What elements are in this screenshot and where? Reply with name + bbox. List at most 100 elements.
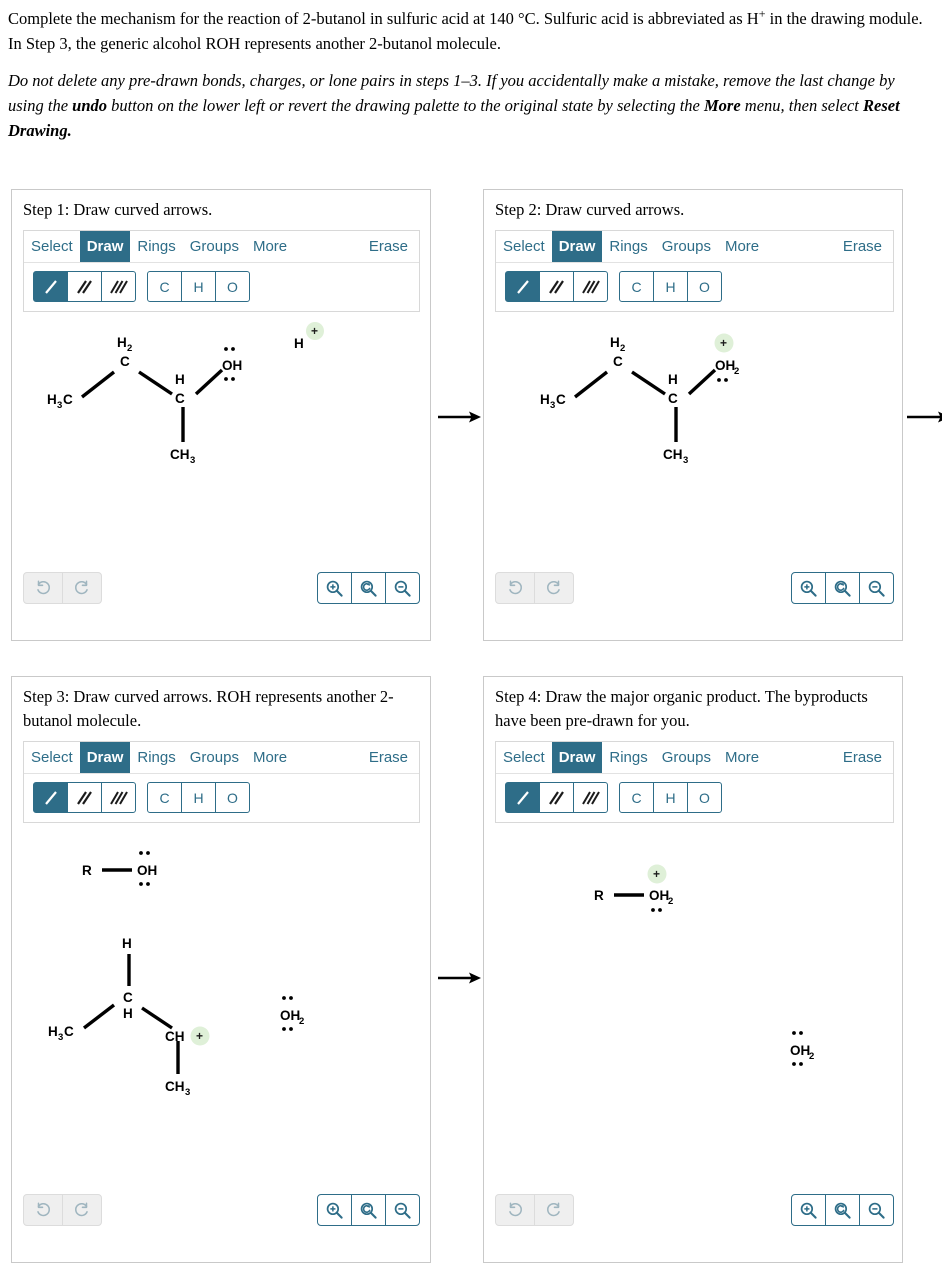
canvas-step-3[interactable]: R OH H H 3 C C H CH + CH 3 OH 2 <box>22 823 420 1168</box>
zoom-reset-icon[interactable] <box>351 572 386 604</box>
menu-item-more[interactable]: More <box>246 231 294 262</box>
double-bond-icon[interactable] <box>67 271 102 302</box>
menu-item-more[interactable]: More <box>718 231 766 262</box>
single-bond-icon[interactable] <box>33 271 68 302</box>
zoom-button-group <box>791 1194 894 1226</box>
menu-item-draw[interactable]: Draw <box>551 742 603 773</box>
molecule-water[interactable]: OH 2 <box>272 988 352 1048</box>
tool-row-step-3: C H O <box>24 774 419 822</box>
lone-pair-dot <box>799 1062 803 1066</box>
triple-bond-icon[interactable] <box>573 782 608 813</box>
menu-item-groups[interactable]: Groups <box>183 742 246 773</box>
element-button-h[interactable]: H <box>181 271 216 302</box>
menu-item-erase[interactable]: Erase <box>362 231 419 262</box>
history-button-group <box>23 1194 102 1226</box>
menu-item-erase[interactable]: Erase <box>836 231 893 262</box>
menu-item-groups[interactable]: Groups <box>655 742 718 773</box>
menu-item-select[interactable]: Select <box>24 231 80 262</box>
molecule-sec-butyl-carbocation[interactable]: H H 3 C C H CH + CH 3 <box>42 928 252 1108</box>
lone-pair-dot <box>146 851 150 855</box>
zoom-out-icon[interactable] <box>385 1194 420 1226</box>
redo-button[interactable] <box>534 572 574 604</box>
undo-button[interactable] <box>495 572 535 604</box>
lone-pair-dot <box>658 908 662 912</box>
menu-item-select[interactable]: Select <box>24 742 80 773</box>
label-ch-carbon: C <box>175 391 185 406</box>
menu-item-rings[interactable]: Rings <box>602 742 654 773</box>
zoom-in-icon[interactable] <box>317 572 352 604</box>
zoom-reset-icon[interactable] <box>351 1194 386 1226</box>
double-bond-icon[interactable] <box>539 271 574 302</box>
redo-button[interactable] <box>62 1194 102 1226</box>
element-button-c[interactable]: C <box>619 782 654 813</box>
undo-button[interactable] <box>23 1194 63 1226</box>
label-ch3-sub: 3 <box>190 455 195 466</box>
menu-item-select[interactable]: Select <box>496 742 552 773</box>
redo-button[interactable] <box>534 1194 574 1226</box>
step-1-title: Step 1: Draw curved arrows. <box>23 200 213 219</box>
molecule-2-butanol[interactable]: H 3 C H 2 C H C CH 3 OH <box>44 322 284 472</box>
triple-bond-icon[interactable] <box>101 782 136 813</box>
label-roh2-charge: + <box>653 867 660 881</box>
single-bond-icon[interactable] <box>505 271 540 302</box>
control-bar-step-2 <box>495 572 894 604</box>
menu-item-erase[interactable]: Erase <box>836 742 893 773</box>
canvas-step-1[interactable]: H 3 C H 2 C H C CH 3 OH + H <box>22 312 420 527</box>
drawing-widget-step-3: Select Draw Rings Groups More Erase C H … <box>23 741 420 823</box>
triple-bond-icon[interactable] <box>101 271 136 302</box>
menu-item-draw[interactable]: Draw <box>79 742 131 773</box>
molecule-water[interactable]: OH 2 <box>782 1023 862 1083</box>
control-bar-step-3 <box>23 1194 420 1226</box>
element-button-c[interactable]: C <box>147 782 182 813</box>
redo-button[interactable] <box>62 572 102 604</box>
molecule-proton[interactable]: + H <box>288 320 338 366</box>
zoom-reset-icon[interactable] <box>825 1194 860 1226</box>
molecule-roh[interactable]: R OH <box>80 843 210 898</box>
zoom-in-icon[interactable] <box>791 1194 826 1226</box>
canvas-step-2[interactable]: H 3 C H 2 C H C CH 3 + OH 2 <box>494 312 892 527</box>
zoom-in-icon[interactable] <box>791 572 826 604</box>
zoom-in-icon[interactable] <box>317 1194 352 1226</box>
label-oh: OH <box>222 358 242 373</box>
label-ch3: CH <box>170 447 190 462</box>
zoom-out-icon[interactable] <box>385 572 420 604</box>
menu-item-more[interactable]: More <box>718 742 766 773</box>
double-bond-icon[interactable] <box>539 782 574 813</box>
label-oh2: OH <box>715 358 735 373</box>
menu-spacer <box>294 742 362 773</box>
tool-row-step-4: C H O <box>496 774 893 822</box>
menu-item-groups[interactable]: Groups <box>183 231 246 262</box>
molecule-protonated-2-butanol[interactable]: H 3 C H 2 C H C CH 3 + OH 2 <box>537 322 787 472</box>
single-bond-icon[interactable] <box>33 782 68 813</box>
canvas-step-4[interactable]: R + OH 2 OH 2 <box>494 823 892 1168</box>
element-button-h[interactable]: H <box>653 271 688 302</box>
element-button-o[interactable]: O <box>687 271 722 302</box>
zoom-reset-icon[interactable] <box>825 572 860 604</box>
menu-item-groups[interactable]: Groups <box>655 231 718 262</box>
single-bond-icon[interactable] <box>505 782 540 813</box>
menu-item-erase[interactable]: Erase <box>362 742 419 773</box>
element-button-h[interactable]: H <box>653 782 688 813</box>
menu-item-rings[interactable]: Rings <box>602 231 654 262</box>
instruction-italic-part-3: menu, then select <box>740 96 864 115</box>
element-button-c[interactable]: C <box>147 271 182 302</box>
menu-item-rings[interactable]: Rings <box>130 231 182 262</box>
zoom-out-icon[interactable] <box>859 572 894 604</box>
menu-item-draw[interactable]: Draw <box>551 231 603 262</box>
triple-bond-icon[interactable] <box>573 271 608 302</box>
menu-item-rings[interactable]: Rings <box>130 742 182 773</box>
element-button-h[interactable]: H <box>181 782 216 813</box>
undo-button[interactable] <box>23 572 63 604</box>
double-bond-icon[interactable] <box>67 782 102 813</box>
menu-item-select[interactable]: Select <box>496 231 552 262</box>
molecule-roh2-cation[interactable]: R + OH 2 <box>592 864 732 925</box>
menu-item-draw[interactable]: Draw <box>79 231 131 262</box>
zoom-out-icon[interactable] <box>859 1194 894 1226</box>
menu-item-more[interactable]: More <box>246 742 294 773</box>
undo-button[interactable] <box>495 1194 535 1226</box>
element-button-o[interactable]: O <box>215 782 250 813</box>
element-button-o[interactable]: O <box>215 271 250 302</box>
element-button-c[interactable]: C <box>619 271 654 302</box>
label-h3c: H <box>540 392 550 407</box>
element-button-o[interactable]: O <box>687 782 722 813</box>
